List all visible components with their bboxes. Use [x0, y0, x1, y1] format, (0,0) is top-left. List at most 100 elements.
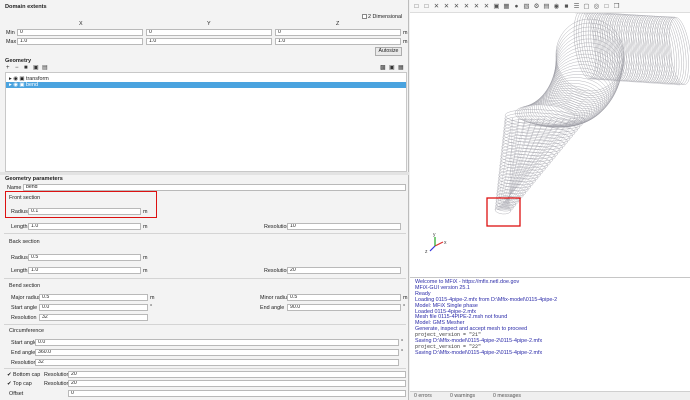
col-x-header: X	[79, 21, 83, 27]
viewer-tool-icon[interactable]: ❐	[613, 3, 620, 10]
front-resolution-input[interactable]: 10	[287, 223, 401, 230]
min-x-input[interactable]: 0	[17, 29, 143, 36]
top-cap-resolution-input[interactable]: 20	[68, 380, 406, 387]
geometry-view-icon[interactable]: ▦	[398, 65, 404, 71]
name-input[interactable]: bend	[23, 184, 406, 191]
geometry-title: Geometry	[5, 58, 32, 64]
geometry-view-icon[interactable]: ▩	[380, 65, 386, 71]
mfix-app: Domain extents 2 Dimensional X Y Z Min 0…	[0, 0, 690, 400]
front-length-input[interactable]: 1.0	[28, 223, 141, 230]
offset-input[interactable]: 0	[68, 390, 406, 397]
viewer-tool-icon[interactable]: ✕	[463, 3, 470, 10]
autosize-button[interactable]: Autosize	[375, 47, 402, 56]
back-length-input[interactable]: 1.0	[28, 267, 141, 274]
viewer-tool-icon[interactable]: ☰	[573, 3, 580, 10]
wire-line	[499, 117, 526, 211]
orientation-axes: x y z	[425, 232, 447, 255]
viewer-tool-icon[interactable]: ✕	[443, 3, 450, 10]
circ-start-angle-label: Start angle	[11, 340, 38, 346]
geometry-tool-icon[interactable]: ▣	[33, 65, 39, 71]
circ-resolution-label: Resolution	[11, 360, 37, 366]
geometry-tool-icon[interactable]: −	[15, 65, 19, 71]
status-bar: 0 errors 0 warnings 0 messages	[410, 391, 690, 400]
back-radius-input[interactable]: 0.5	[28, 254, 141, 261]
bend-resolution-input[interactable]: 32	[39, 314, 148, 321]
viewer-tool-icon[interactable]: □	[413, 3, 420, 10]
geometry-tool-icon[interactable]: +	[6, 65, 10, 71]
domain-extents-title: Domain extents	[5, 4, 47, 10]
wire-line	[504, 117, 552, 211]
z-axis-line	[429, 245, 436, 252]
viewer-tool-icon[interactable]: ✕	[433, 3, 440, 10]
geometry-view-icon[interactable]: ▣	[389, 65, 395, 71]
front-resolution-label: Resolution	[264, 224, 290, 230]
geometry-tree-item[interactable]: ▸ ◉ ▣ bend	[6, 82, 406, 88]
max-y-input[interactable]: 1.0	[146, 38, 272, 45]
3d-viewport[interactable]: x y z	[410, 13, 690, 276]
back-radius-label: Radius	[11, 255, 28, 261]
circ-start-angle-input[interactable]: 0.0	[35, 339, 399, 346]
viewer-tool-icon[interactable]: ●	[513, 3, 520, 10]
major-radius-input[interactable]: 0.5	[39, 294, 148, 301]
viewer-tool-icon[interactable]: ✕	[453, 3, 460, 10]
wire-ring	[668, 17, 690, 85]
viewer-tool-icon[interactable]: ▦	[503, 3, 510, 10]
viewer-tool-icon[interactable]: ◉	[553, 3, 560, 10]
pipe-wireframe	[494, 13, 690, 215]
viewer-tool-icon[interactable]: ▤	[543, 3, 550, 10]
bend-end-angle-label: End angle	[260, 305, 285, 311]
bottom-cap-resolution-input[interactable]: 20	[68, 371, 406, 378]
viewer-tool-icon[interactable]: ▧	[523, 3, 530, 10]
viewer-tool-icon[interactable]: ✕	[473, 3, 480, 10]
major-radius-unit: m	[150, 295, 155, 301]
max-x-input[interactable]: 1.0	[17, 38, 143, 45]
viewer-toolbar: □ □ ✕ ✕ ✕ ✕ ✕ ✕ ▣ ▦ ● ▧ ⚙ ▤ ◉ ■ ☰ ▢ ◎ □ ❐	[410, 0, 690, 13]
minor-radius-input[interactable]: 0.5	[287, 294, 401, 301]
viewer-tool-icon[interactable]: □	[423, 3, 430, 10]
panel-splitter[interactable]	[0, 172, 409, 175]
top-cap-label: Top cap	[12, 381, 32, 387]
inlet-highlight	[486, 197, 521, 227]
min-y-input[interactable]: 0	[146, 29, 272, 36]
col-y-header: Y	[207, 21, 211, 27]
bend-end-angle-input[interactable]: 90.0	[287, 304, 401, 311]
viewer-tool-icon[interactable]: ▢	[583, 3, 590, 10]
min-z-input[interactable]: 0	[275, 29, 401, 36]
bottom-cap-checkbox[interactable]: ✔ Bottom cap	[7, 372, 40, 378]
geometry-tool-icon[interactable]: ■	[24, 65, 28, 71]
max-label: Max	[6, 39, 17, 45]
bend-end-angle-unit: °	[403, 304, 406, 310]
viewer-tool-icon[interactable]: ■	[563, 3, 570, 10]
z-axis-label: z	[425, 249, 428, 255]
viewer-tool-icon[interactable]: ⚙	[533, 3, 540, 10]
circ-end-angle-input[interactable]: 360.0	[35, 349, 399, 356]
geometry-tool-icon[interactable]: ▤	[42, 65, 48, 71]
errors-count: 0 errors	[414, 393, 432, 399]
minor-radius-unit: m	[403, 295, 408, 301]
top-cap-resolution-label: Resolution	[44, 381, 70, 387]
top-cap-checkbox[interactable]: ✔ Top cap	[7, 381, 32, 387]
back-resolution-input[interactable]: 20	[287, 267, 401, 274]
viewer-tool-icon[interactable]: □	[603, 3, 610, 10]
two-dimensional-checkbox[interactable]: 2 Dimensional	[362, 14, 402, 20]
bend-resolution-label: Resolution	[11, 315, 37, 321]
viewer-tool-icon[interactable]: ▣	[493, 3, 500, 10]
max-z-input[interactable]: 1.0	[275, 38, 401, 45]
front-length-unit: m	[143, 224, 148, 230]
bottom-cap-label: Bottom cap	[13, 372, 41, 378]
circumference-title: Circumference	[9, 328, 45, 334]
x-axis-line	[434, 241, 444, 247]
message-console[interactable]: Welcome to MFiX - https://mfix.netl.doe.…	[410, 277, 690, 391]
bend-section-title: Bend section	[9, 283, 41, 289]
min-unit: m	[403, 30, 408, 36]
geometry-tree[interactable]: ▸ ◉ ▣ transform ▸ ◉ ▣ bend	[5, 72, 407, 172]
console-line: Saving D:\Mfix-model\0115-4pipe-2\0115-4…	[415, 349, 543, 356]
back-length-unit: m	[143, 268, 148, 274]
back-resolution-label: Resolution	[264, 268, 290, 274]
col-z-header: Z	[336, 21, 340, 27]
bend-start-angle-input[interactable]: 0.0	[39, 304, 148, 311]
circ-resolution-input[interactable]: 32	[35, 359, 399, 366]
divider	[4, 233, 406, 234]
viewer-tool-icon[interactable]: ◎	[593, 3, 600, 10]
viewer-tool-icon[interactable]: ✕	[483, 3, 490, 10]
